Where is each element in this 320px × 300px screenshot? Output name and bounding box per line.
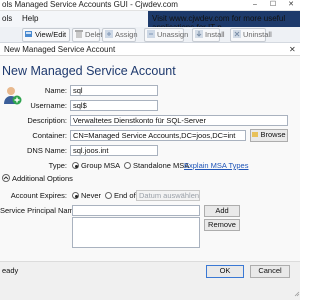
menu-help[interactable]: Help: [22, 14, 38, 24]
explain-msa-types-link[interactable]: Explain MSA Types: [184, 161, 248, 171]
username-label: Username:: [30, 101, 67, 110]
additional-options-label[interactable]: Additional Options: [12, 174, 73, 184]
account-expires-label: Account Expires:: [10, 191, 67, 200]
dialog-heading: New Managed Service Account: [2, 64, 176, 78]
dialog-title-bar: New Managed Service Account ✕: [0, 43, 300, 56]
end-of-label[interactable]: End of:: [114, 191, 138, 201]
group-msa-radio[interactable]: [72, 162, 79, 169]
spn-input[interactable]: [72, 205, 200, 216]
window-title-bar: ols Managed Service Accounts GUI - Cjwde…: [0, 0, 300, 11]
maximize-icon[interactable]: ☐: [268, 0, 278, 10]
minimize-icon[interactable]: –: [250, 0, 260, 10]
view-edit-button[interactable]: View/Edit: [22, 28, 70, 42]
unassign-icon: [147, 30, 155, 38]
uninstall-icon: [233, 30, 241, 38]
dns-name-label: DNS Name:: [26, 146, 67, 155]
add-spn-button[interactable]: Add: [204, 205, 240, 217]
container-field[interactable]: CN=Managed Service Accounts,DC=joos,DC=i…: [70, 130, 246, 141]
ok-button[interactable]: OK: [206, 265, 244, 278]
group-msa-label[interactable]: Group MSA: [81, 161, 120, 171]
install-button[interactable]: Install: [192, 28, 225, 42]
never-radio[interactable]: [72, 192, 79, 199]
uninstall-button[interactable]: Uninstall: [230, 28, 272, 42]
user-add-icon: [2, 85, 22, 105]
remove-spn-button[interactable]: Remove: [204, 219, 240, 231]
name-field[interactable]: sql: [70, 85, 158, 96]
status-text: eady: [2, 266, 19, 275]
standalone-msa-radio[interactable]: [124, 162, 131, 169]
dns-name-field[interactable]: sql.joos.int: [70, 145, 158, 156]
window-close-icon[interactable]: ✕: [286, 0, 296, 10]
never-label[interactable]: Never: [81, 191, 101, 201]
view-edit-icon: [25, 30, 33, 38]
menu-tools[interactable]: ols: [2, 14, 12, 24]
cancel-button[interactable]: Cancel: [250, 265, 290, 278]
type-label: Type:: [48, 161, 67, 170]
description-label: Description:: [27, 116, 67, 125]
install-icon: [195, 30, 203, 38]
spn-label: Service Principal Names:: [0, 206, 84, 215]
description-field[interactable]: Verwaltetes Dienstkonto für SQL-Server: [70, 115, 288, 126]
toolbar: View/Edit Delete Assign Unassign Install…: [0, 27, 300, 43]
spn-list[interactable]: [72, 217, 200, 248]
container-label: Container:: [32, 131, 67, 140]
resize-grip-icon[interactable]: [294, 290, 300, 297]
dialog-title: New Managed Service Account: [4, 45, 116, 54]
unassign-button[interactable]: Unassign: [144, 28, 188, 42]
assign-icon: [105, 30, 113, 38]
delete-button[interactable]: Delete: [72, 28, 107, 42]
standalone-msa-label[interactable]: Standalone MSA: [133, 161, 189, 171]
username-field[interactable]: sql$: [70, 100, 158, 111]
end-of-radio[interactable]: [105, 192, 112, 199]
visit-link[interactable]: www.cjwdev.com: [169, 14, 229, 23]
end-date-picker[interactable]: Datum auswählen: [136, 190, 200, 201]
assign-button[interactable]: Assign: [102, 28, 138, 42]
browse-button[interactable]: Browse: [250, 129, 288, 142]
window-title: ols Managed Service Accounts GUI - Cjwde…: [2, 0, 178, 9]
name-label: Name:: [44, 86, 67, 95]
collapse-options-icon[interactable]: [2, 174, 10, 182]
folder-icon: [252, 132, 259, 137]
delete-icon: [75, 30, 83, 38]
dialog-close-icon[interactable]: ✕: [289, 44, 296, 55]
